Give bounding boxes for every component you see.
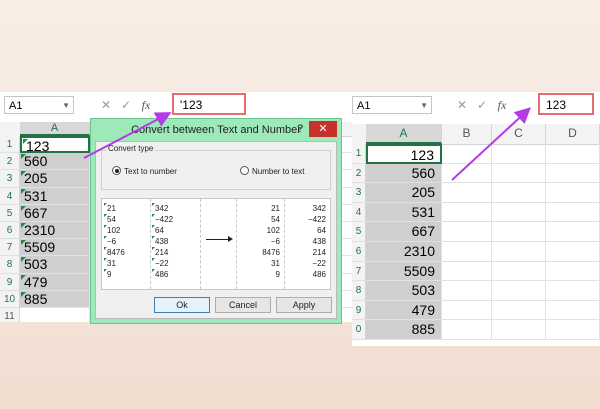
arrow-to-right-formula — [451, 107, 531, 181]
arrow-to-left-formula — [83, 112, 172, 159]
annotation-arrows — [83, 107, 531, 181]
